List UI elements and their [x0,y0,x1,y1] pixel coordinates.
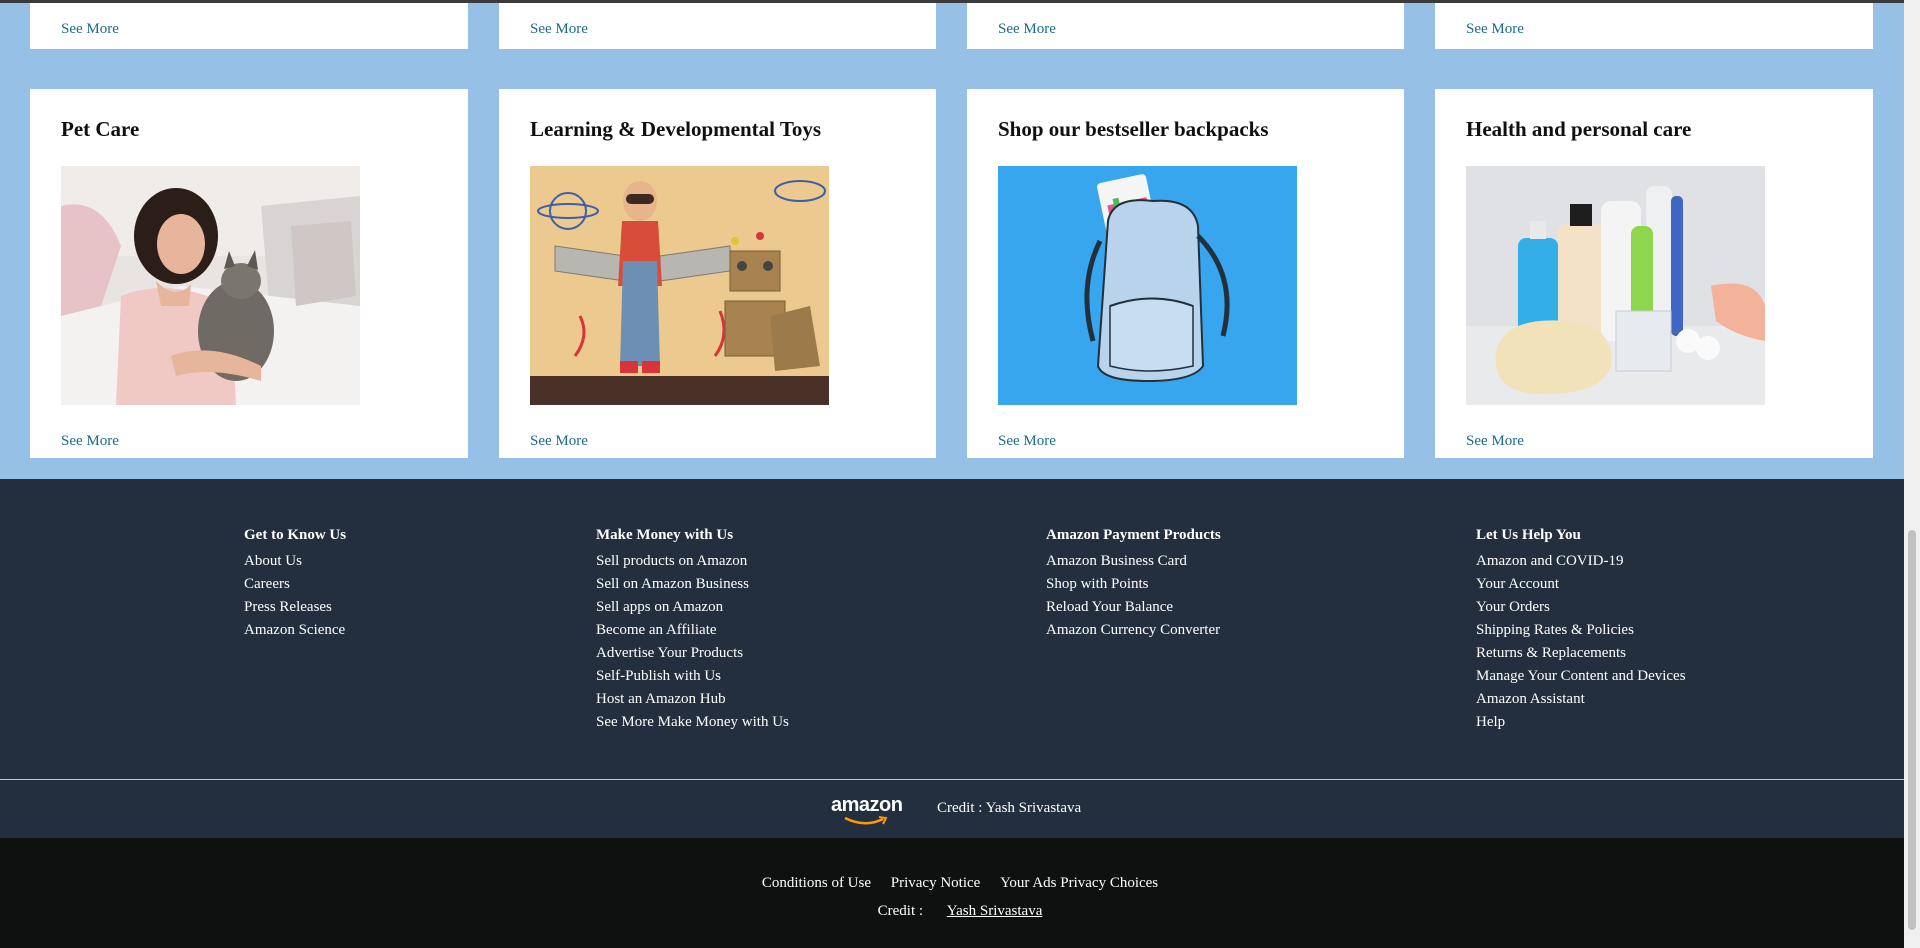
see-more-link[interactable]: See More [1466,21,1524,38]
footer-link[interactable]: Your Account [1476,573,1686,596]
learning-toys-image[interactable] [530,166,829,405]
category-card-top-3: See More [967,3,1404,49]
see-more-link[interactable]: See More [61,433,119,450]
category-card-top-1: See More [30,3,468,49]
ads-privacy-choices-link[interactable]: Your Ads Privacy Choices [1000,875,1158,891]
footer-link[interactable]: See More Make Money with Us [596,711,789,734]
scrollbar-thumb[interactable] [1908,530,1916,930]
footer-link[interactable]: Advertise Your Products [596,642,789,665]
category-card-top-2: See More [499,3,936,49]
category-card-learning-toys: Learning & Developmental Toys See More [499,89,936,458]
card-title: Shop our bestseller backpacks [998,117,1269,141]
footer-column-make-money: Make Money with Us Sell products on Amaz… [596,527,789,734]
card-title: Learning & Developmental Toys [530,117,822,141]
legal-links: Conditions of Use Privacy Notice Your Ad… [0,875,1920,892]
footer-link[interactable]: Reload Your Balance [1046,596,1221,619]
category-card-backpacks: Shop our bestseller backpacks See More [967,89,1404,458]
footer-link[interactable]: Host an Amazon Hub [596,688,789,711]
credit-author-link[interactable]: Yash Srivastava [947,903,1043,919]
category-card-health: Health and personal care See More [1435,89,1873,458]
footer-bottom: Conditions of Use Privacy Notice Your Ad… [0,838,1904,948]
privacy-notice-link[interactable]: Privacy Notice [891,875,981,891]
footer-link[interactable]: Shipping Rates & Policies [1476,619,1686,642]
footer-link[interactable]: Amazon Currency Converter [1046,619,1221,642]
footer-link[interactable]: Your Orders [1476,596,1686,619]
footer-link[interactable]: Amazon Assistant [1476,688,1686,711]
see-more-link[interactable]: See More [1466,433,1524,450]
backpack-image[interactable] [998,166,1297,405]
category-card-pet-care: Pet Care See More [30,89,468,458]
category-card-top-4: See More [1435,3,1873,49]
footer-heading: Get to Know Us [244,527,347,543]
footer-link[interactable]: Manage Your Content and Devices [1476,665,1686,688]
footer-link-about-us[interactable]: About Us [244,550,346,573]
card-title: Health and personal care [1466,117,1692,141]
smile-arrow-icon [844,816,888,825]
health-care-image[interactable] [1466,166,1765,405]
conditions-of-use-link[interactable]: Conditions of Use [762,875,871,891]
footer-link[interactable]: Self-Publish with Us [596,665,789,688]
footer-heading: Let Us Help You [1476,527,1581,543]
footer-link-amazon-science[interactable]: Amazon Science [244,619,346,642]
amazon-logo[interactable]: amazon [831,794,903,825]
footer-link[interactable]: Amazon Business Card [1046,550,1221,573]
scrollbar[interactable] [1904,0,1920,948]
footer-link[interactable]: Sell apps on Amazon [596,596,789,619]
footer-column-help: Let Us Help You Amazon and COVID-19 Your… [1476,527,1686,734]
footer-column-payment-products: Amazon Payment Products Amazon Business … [1046,527,1221,642]
see-more-link[interactable]: See More [530,433,588,450]
footer-link[interactable]: Sell products on Amazon [596,550,789,573]
see-more-link[interactable]: See More [530,21,588,38]
footer-column-get-to-know-us: Get to Know Us About Us Careers Press Re… [244,527,346,642]
footer-link[interactable]: Shop with Points [1046,573,1221,596]
see-more-link[interactable]: See More [61,21,119,38]
footer-heading: Amazon Payment Products [1046,527,1221,543]
pet-care-image[interactable] [61,166,360,405]
see-more-link[interactable]: See More [998,433,1056,450]
footer-link[interactable]: Sell on Amazon Business [596,573,789,596]
credit-text: Credit : Yash Srivastava [937,800,1082,816]
credit-label: Credit : [877,903,924,919]
credit-line: Credit : Yash Srivastava [0,903,1920,920]
footer-link[interactable]: Amazon and COVID-19 [1476,550,1686,573]
footer-heading: Make Money with Us [596,527,734,543]
footer-link[interactable]: Become an Affiliate [596,619,789,642]
footer-link-press-releases[interactable]: Press Releases [244,596,346,619]
footer-link[interactable]: Returns & Replacements [1476,642,1686,665]
footer-link-careers[interactable]: Careers [244,573,346,596]
footer-link[interactable]: Help [1476,711,1686,734]
footer-logo-row: amazon Credit : Yash Srivastava [0,780,1904,838]
see-more-link[interactable]: See More [998,21,1056,38]
card-title: Pet Care [61,117,140,141]
